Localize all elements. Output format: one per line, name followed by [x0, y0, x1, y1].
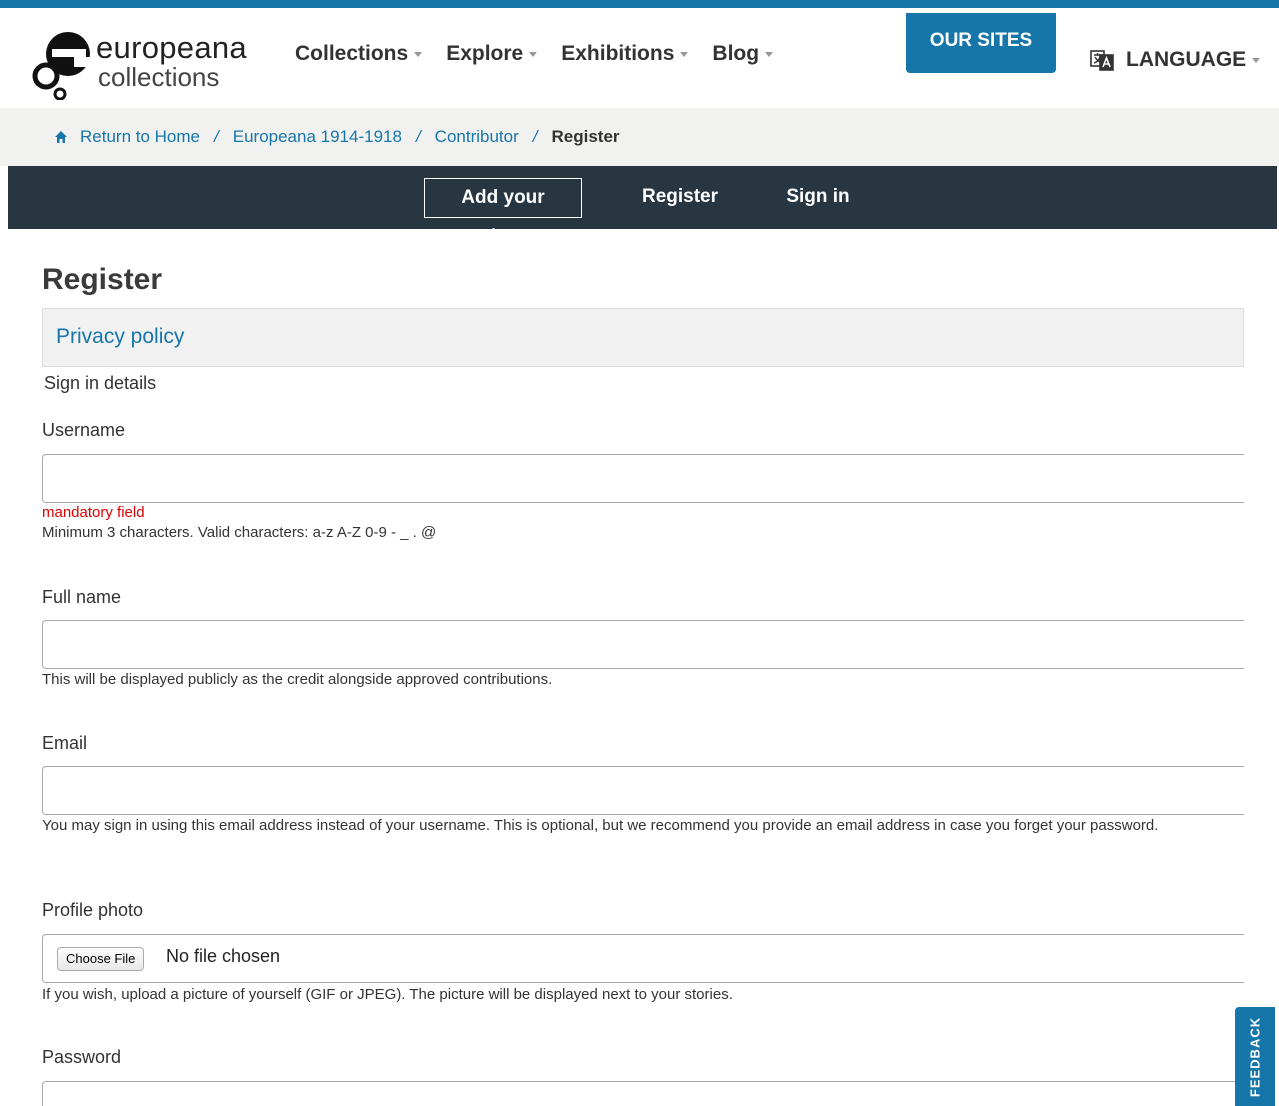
- logo-text-collections: collections: [98, 62, 220, 92]
- breadcrumb-separator: /: [214, 127, 219, 146]
- main-nav: Collections Explore Exhibitions Blog: [295, 42, 774, 66]
- chevron-down-icon: [765, 51, 774, 57]
- add-your-story-button[interactable]: Add your story: [424, 178, 582, 246]
- logo-text-europeana: europeana: [96, 30, 247, 65]
- europeana-logo[interactable]: europeana collections: [30, 24, 260, 100]
- nav-blog[interactable]: Blog: [712, 42, 774, 66]
- breadcrumb-europeana-1914-1918-link[interactable]: Europeana 1914-1918: [233, 127, 402, 147]
- breadcrumb-separator: /: [415, 127, 421, 146]
- site-header: europeana collections Collections Explor…: [0, 8, 1279, 108]
- nav-blog-label: Blog: [712, 42, 760, 65]
- nav-exhibitions-label: Exhibitions: [561, 42, 675, 65]
- language-selector[interactable]: LANGUAGE: [1090, 48, 1261, 72]
- password-label: Password: [42, 1047, 122, 1067]
- feedback-label: FEEDBACK: [1247, 1016, 1263, 1097]
- our-sites-button[interactable]: OUR SITES: [906, 13, 1056, 73]
- email-help-text: You may sign in using this email address…: [42, 817, 1159, 834]
- language-label: LANGUAGE: [1126, 48, 1247, 71]
- chevron-down-icon: [680, 51, 689, 57]
- email-label: Email: [42, 733, 88, 753]
- breadcrumb-home-link[interactable]: Return to Home: [80, 127, 200, 147]
- nav-explore-label: Explore: [446, 42, 524, 65]
- nav-explore[interactable]: Explore: [446, 42, 538, 66]
- breadcrumb-separator: /: [532, 127, 538, 146]
- privacy-policy-panel[interactable]: Privacy policy: [42, 308, 1244, 367]
- europeana-logo-icon: [32, 32, 90, 100]
- home-icon[interactable]: [54, 130, 68, 144]
- feedback-button[interactable]: FEEDBACK: [1235, 1007, 1275, 1106]
- breadcrumb-contributor-link[interactable]: Contributor: [435, 127, 519, 147]
- sign-in-link[interactable]: Sign in: [778, 178, 858, 218]
- username-help-text: Minimum 3 characters. Valid characters: …: [42, 524, 437, 541]
- username-label: Username: [42, 420, 126, 440]
- privacy-policy-link[interactable]: Privacy policy: [56, 325, 184, 348]
- username-input[interactable]: [42, 454, 1244, 503]
- chevron-down-icon: [529, 51, 538, 57]
- choose-file-button[interactable]: Choose File: [57, 947, 145, 971]
- register-link[interactable]: Register: [630, 178, 730, 218]
- password-input[interactable]: [42, 1081, 1244, 1106]
- nav-exhibitions[interactable]: Exhibitions: [561, 42, 689, 66]
- profile-photo-label: Profile photo: [42, 900, 144, 920]
- username-mandatory-note: mandatory field: [42, 504, 145, 521]
- chevron-down-icon: [414, 51, 423, 57]
- nav-collections[interactable]: Collections: [295, 42, 423, 66]
- email-input[interactable]: [42, 766, 1244, 815]
- sign-in-details-legend: Sign in details: [44, 373, 157, 393]
- translate-icon: [1090, 50, 1114, 71]
- contribution-subnav: Add your story Register Sign in: [8, 166, 1277, 246]
- file-status-text: No file chosen: [166, 946, 281, 966]
- register-form: Register Privacy policy Sign in details …: [42, 255, 1244, 1106]
- chevron-down-icon: [1252, 57, 1261, 63]
- page-title: Register: [42, 263, 163, 296]
- breadcrumb-current: Register: [551, 127, 620, 146]
- full-name-help-text: This will be displayed publicly as the c…: [42, 671, 553, 688]
- profile-photo-help-text: If you wish, upload a picture of yoursel…: [42, 986, 733, 1003]
- full-name-label: Full name: [42, 587, 122, 607]
- full-name-input[interactable]: [42, 620, 1244, 669]
- nav-collections-label: Collections: [295, 42, 409, 65]
- profile-photo-field: Choose File No file chosen: [42, 934, 1244, 983]
- top-accent-border: [0, 0, 1279, 8]
- breadcrumb: Return to Home / Europeana 1914-1918 / C…: [0, 108, 1279, 166]
